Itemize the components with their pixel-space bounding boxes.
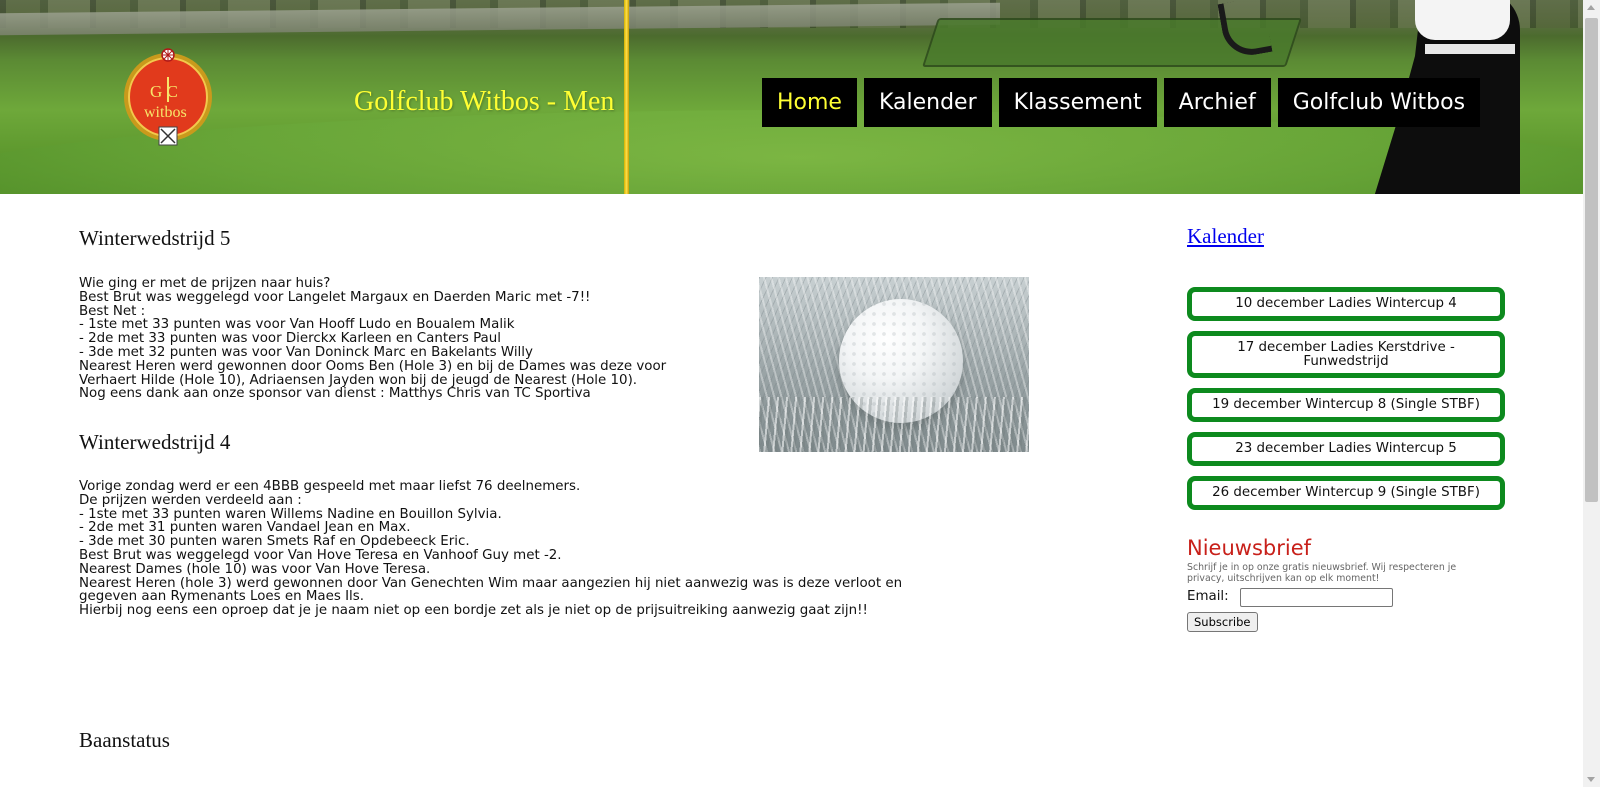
golfer-shirt (1415, 0, 1510, 40)
nav-archief[interactable]: Archief (1163, 78, 1271, 127)
subscribe-button[interactable]: Subscribe (1187, 612, 1258, 632)
club-logo[interactable]: G C witbos (122, 47, 214, 147)
article-line: - 3de met 32 punten was voor Van Doninck… (79, 344, 533, 360)
email-label: Email: (1187, 589, 1229, 604)
article-line: - 1ste met 33 punten was voor Van Hooff … (79, 317, 515, 333)
article-line: Nearest Dames (hole 10) was voor Van Hov… (79, 561, 431, 577)
article-line: Nearest Heren werd gewonnen door Ooms Be… (79, 358, 667, 374)
nav-kalender[interactable]: Kalender (863, 78, 992, 127)
article-line: Wie ging er met de prijzen naar huis? (79, 276, 331, 291)
site-title: Golfclub Witbos - Men (354, 86, 615, 117)
article-line: Verhaert Hilde (Hole 10), Adriaensen Jay… (79, 372, 638, 388)
article-line: De prijzen werden verdeeld aan : (79, 492, 302, 508)
scroll-up-arrow-icon[interactable] (1587, 5, 1595, 10)
article-line: - 3de met 30 punten waren Smets Raf en O… (79, 534, 470, 550)
main-nav: Home Kalender Klassement Archief Golfclu… (762, 78, 1481, 127)
article-line: Hierbij nog eens een oproep dat je je na… (79, 603, 868, 619)
article-line: Vorige zondag werd er een 4BBB gespeeld … (79, 479, 581, 494)
article-line: - 2de met 31 punten waren Vandael Jean e… (79, 520, 411, 536)
newsletter-description: Schrijf je in op onze gratis nieuwsbrief… (1187, 562, 1457, 584)
article-line: Nearest Heren (hole 3) werd gewonnen doo… (79, 575, 903, 591)
email-input[interactable] (1240, 588, 1393, 607)
article-body-winterwedstrijd-4: Vorige zondag werd er een 4BBB gespeeld … (79, 480, 902, 618)
nav-klassement[interactable]: Klassement (998, 78, 1157, 127)
article-title-winterwedstrijd-4: Winterwedstrijd 4 (79, 430, 231, 454)
page-scrollbar[interactable] (1583, 0, 1600, 787)
article-body-winterwedstrijd-5: Wie ging er met de prijzen naar huis? Be… (79, 277, 666, 401)
newsletter-title: Nieuwsbrief (1187, 536, 1312, 560)
sidebar-calendar-link[interactable]: Kalender (1187, 224, 1264, 249)
article-title-winterwedstrijd-5: Winterwedstrijd 5 (79, 226, 231, 250)
flagpole-image (624, 0, 629, 194)
article-line: Best Net : (79, 303, 146, 319)
calendar-event[interactable]: 23 december Ladies Wintercup 5 (1187, 432, 1505, 466)
logo-letter-g: G C (150, 82, 178, 101)
article-line: - 2de met 33 punten was voor Dierckx Kar… (79, 331, 501, 347)
header-banner: G C witbos Golfclub Witbos - Men Home Ka… (0, 0, 1583, 194)
article-line: - 1ste met 33 punten waren Willems Nadin… (79, 506, 502, 522)
article-line: Nog eens dank aan onze sponsor van diens… (79, 386, 591, 402)
article-line: Best Brut was weggelegd voor Langelet Ma… (79, 289, 591, 305)
nav-home[interactable]: Home (762, 78, 857, 127)
logo-text: witbos (144, 104, 187, 121)
frosted-golf-ball-image (759, 277, 1029, 452)
article-line: gegeven aan Rymenants Loes en Maes Ils. (79, 589, 364, 605)
nav-golfclub-witbos[interactable]: Golfclub Witbos (1277, 78, 1481, 127)
calendar-event[interactable]: 10 december Ladies Wintercup 4 (1187, 287, 1505, 321)
golfer-belt (1425, 44, 1515, 54)
calendar-event[interactable]: 19 december Wintercup 8 (Single STBF) (1187, 388, 1505, 422)
article-title-baanstatus: Baanstatus (79, 728, 170, 752)
scrollbar-thumb[interactable] (1585, 18, 1598, 502)
calendar-event[interactable]: 17 december Ladies Kerstdrive - Funwedst… (1187, 331, 1505, 378)
calendar-event[interactable]: 26 december Wintercup 9 (Single STBF) (1187, 476, 1505, 510)
frosted-grass (759, 397, 1029, 452)
scroll-down-arrow-icon[interactable] (1587, 777, 1595, 782)
article-line: Best Brut was weggelegd voor Van Hove Te… (79, 547, 562, 563)
